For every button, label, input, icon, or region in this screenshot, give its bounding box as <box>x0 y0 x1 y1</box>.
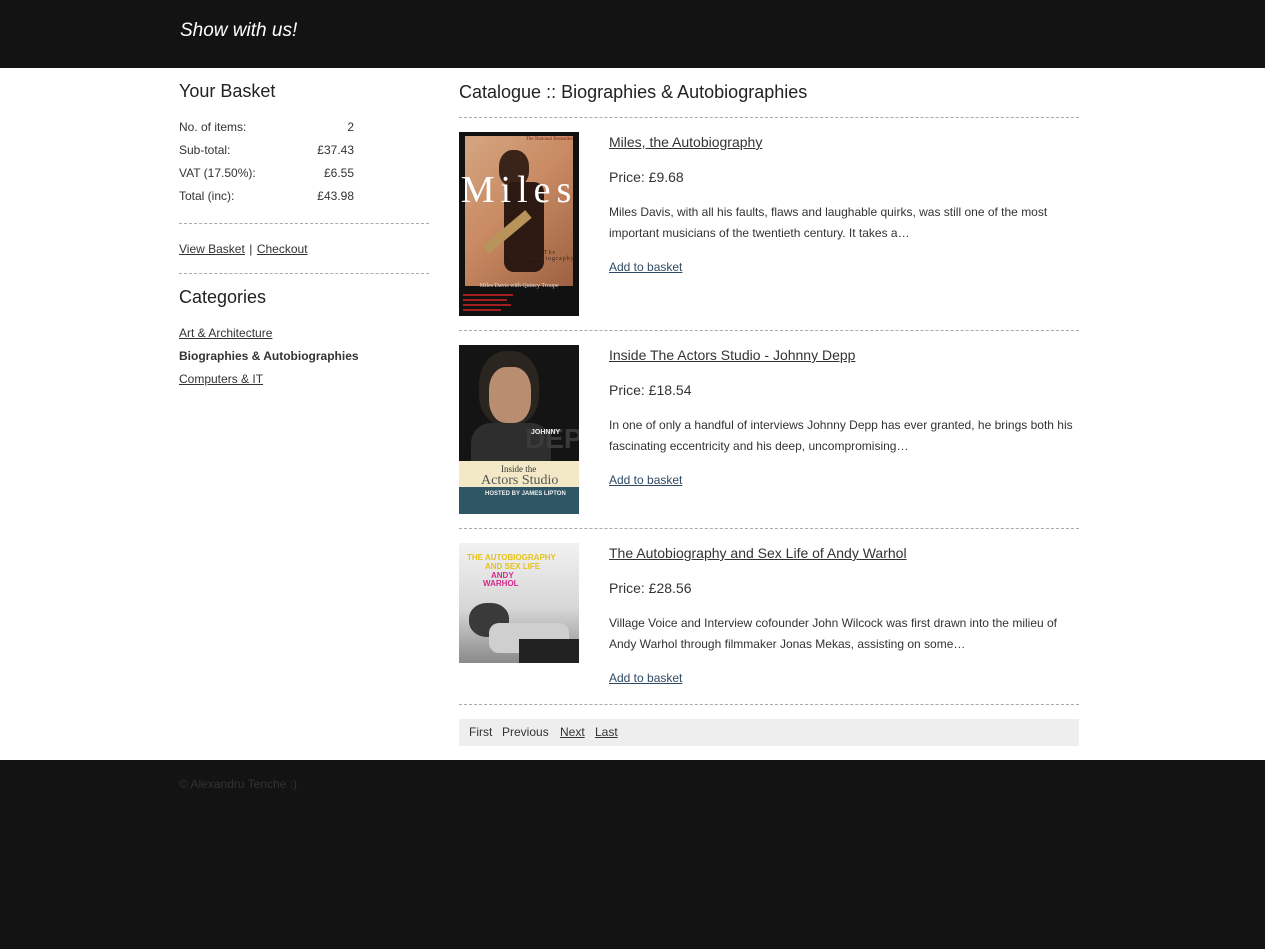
view-basket-link[interactable]: View Basket <box>179 242 245 256</box>
basket-row-label: No. of items: <box>179 120 247 134</box>
basket-heading: Your Basket <box>179 81 276 101</box>
basket-links: View Basket | Checkout <box>179 240 308 258</box>
product-description: In one of only a handful of interviews J… <box>609 418 1073 453</box>
categories-heading: Categories <box>179 287 267 307</box>
basket-row-label: VAT (17.50%): <box>179 166 256 180</box>
basket-row-value: £43.98 <box>317 189 354 203</box>
basket-row-label: Sub-total: <box>179 143 231 157</box>
divider <box>459 330 1079 331</box>
cover-decoration <box>463 294 513 296</box>
cover-text: The National Bestseller <box>525 137 573 142</box>
copyright-text: © Alexandru Tenche :) <box>179 777 298 791</box>
basket-row-label: Total (inc): <box>179 189 235 203</box>
basket-row-vat: VAT (17.50%): £6.55 <box>179 166 354 182</box>
cover-text: JOHNNY <box>531 429 561 436</box>
add-to-basket-link[interactable]: Add to basket <box>609 473 682 487</box>
product-item: DEPP JOHNNY Inside the Actors Studio HOS… <box>459 345 1079 514</box>
cover-decoration <box>463 299 507 301</box>
product-description: Miles Davis, with all his faults, flaws … <box>609 205 1048 240</box>
cover-text: AND SEX LIFE <box>485 562 541 571</box>
pager-last-link[interactable]: Last <box>595 725 618 739</box>
add-to-basket-link[interactable]: Add to basket <box>609 260 682 274</box>
cover-text: THE AUTOBIOGRAPHY <box>467 553 556 562</box>
basket-row-items: No. of items: 2 <box>179 120 354 136</box>
category-current-biographies: Biographies & Autobiographies <box>179 349 359 363</box>
site-footer: © Alexandru Tenche :) <box>0 760 1265 949</box>
cover-text: HOSTED BY JAMES LIPTON <box>485 491 566 497</box>
product-title-link[interactable]: The Autobiography and Sex Life of Andy W… <box>609 545 907 561</box>
main-area: Your Basket No. of items: 2 Sub-total: £… <box>0 68 1265 760</box>
basket-row-value: £6.55 <box>323 166 354 180</box>
cover-text: Actors Studio <box>481 473 559 488</box>
divider <box>459 528 1079 529</box>
pager-previous: Previous <box>502 725 549 739</box>
site-title[interactable]: Show with us! <box>180 20 297 42</box>
pager-first: First <box>469 725 493 739</box>
pagination-bar: First Previous Next Last <box>459 719 1079 746</box>
product-title-link[interactable]: Inside The Actors Studio - Johnny Depp <box>609 347 855 363</box>
product-price: Price: £28.56 <box>609 580 692 596</box>
product-item: THE AUTOBIOGRAPHY AND SEX LIFE ANDY WARH… <box>459 543 1079 693</box>
category-link-art[interactable]: Art & Architecture <box>179 326 272 340</box>
basket-row-subtotal: Sub-total: £37.43 <box>179 143 354 159</box>
cover-text: WARHOL <box>483 579 519 588</box>
site-header: Show with us! <box>0 0 1265 68</box>
divider <box>179 223 429 224</box>
cover-figure <box>519 639 579 663</box>
cover-face <box>489 367 531 423</box>
cover-text: Miles <box>460 169 578 211</box>
book-cover-image[interactable]: The National Bestseller Miles The Autobi… <box>459 132 579 316</box>
category-link-computers[interactable]: Computers & IT <box>179 372 263 386</box>
product-description: Village Voice and Interview cofounder Jo… <box>609 616 1058 651</box>
cover-decoration <box>463 309 501 311</box>
cover-text: Miles Davis with Quincy Troupe <box>479 283 559 289</box>
basket-row-value: 2 <box>347 120 354 134</box>
product-title-link[interactable]: Miles, the Autobiography <box>609 134 762 150</box>
catalogue-title: Catalogue :: Biographies & Autobiographi… <box>459 82 808 102</box>
product-price: Price: £9.68 <box>609 169 684 185</box>
link-separator: | <box>249 242 253 256</box>
checkout-link[interactable]: Checkout <box>257 242 308 256</box>
basket-row-value: £37.43 <box>317 143 354 157</box>
divider <box>179 273 429 274</box>
cover-text: The Autobiography <box>525 250 575 262</box>
product-price: Price: £18.54 <box>609 382 692 398</box>
pager-next-link[interactable]: Next <box>560 725 585 739</box>
cover-decoration <box>463 304 511 306</box>
cover-text: DEPP <box>525 423 579 454</box>
add-to-basket-link[interactable]: Add to basket <box>609 671 682 685</box>
basket-row-total: Total (inc): £43.98 <box>179 189 354 205</box>
divider <box>459 117 1079 118</box>
book-cover-image[interactable]: DEPP JOHNNY Inside the Actors Studio HOS… <box>459 345 579 514</box>
product-item: The National Bestseller Miles The Autobi… <box>459 132 1079 316</box>
book-cover-image[interactable]: THE AUTOBIOGRAPHY AND SEX LIFE ANDY WARH… <box>459 543 579 663</box>
divider <box>459 704 1079 705</box>
